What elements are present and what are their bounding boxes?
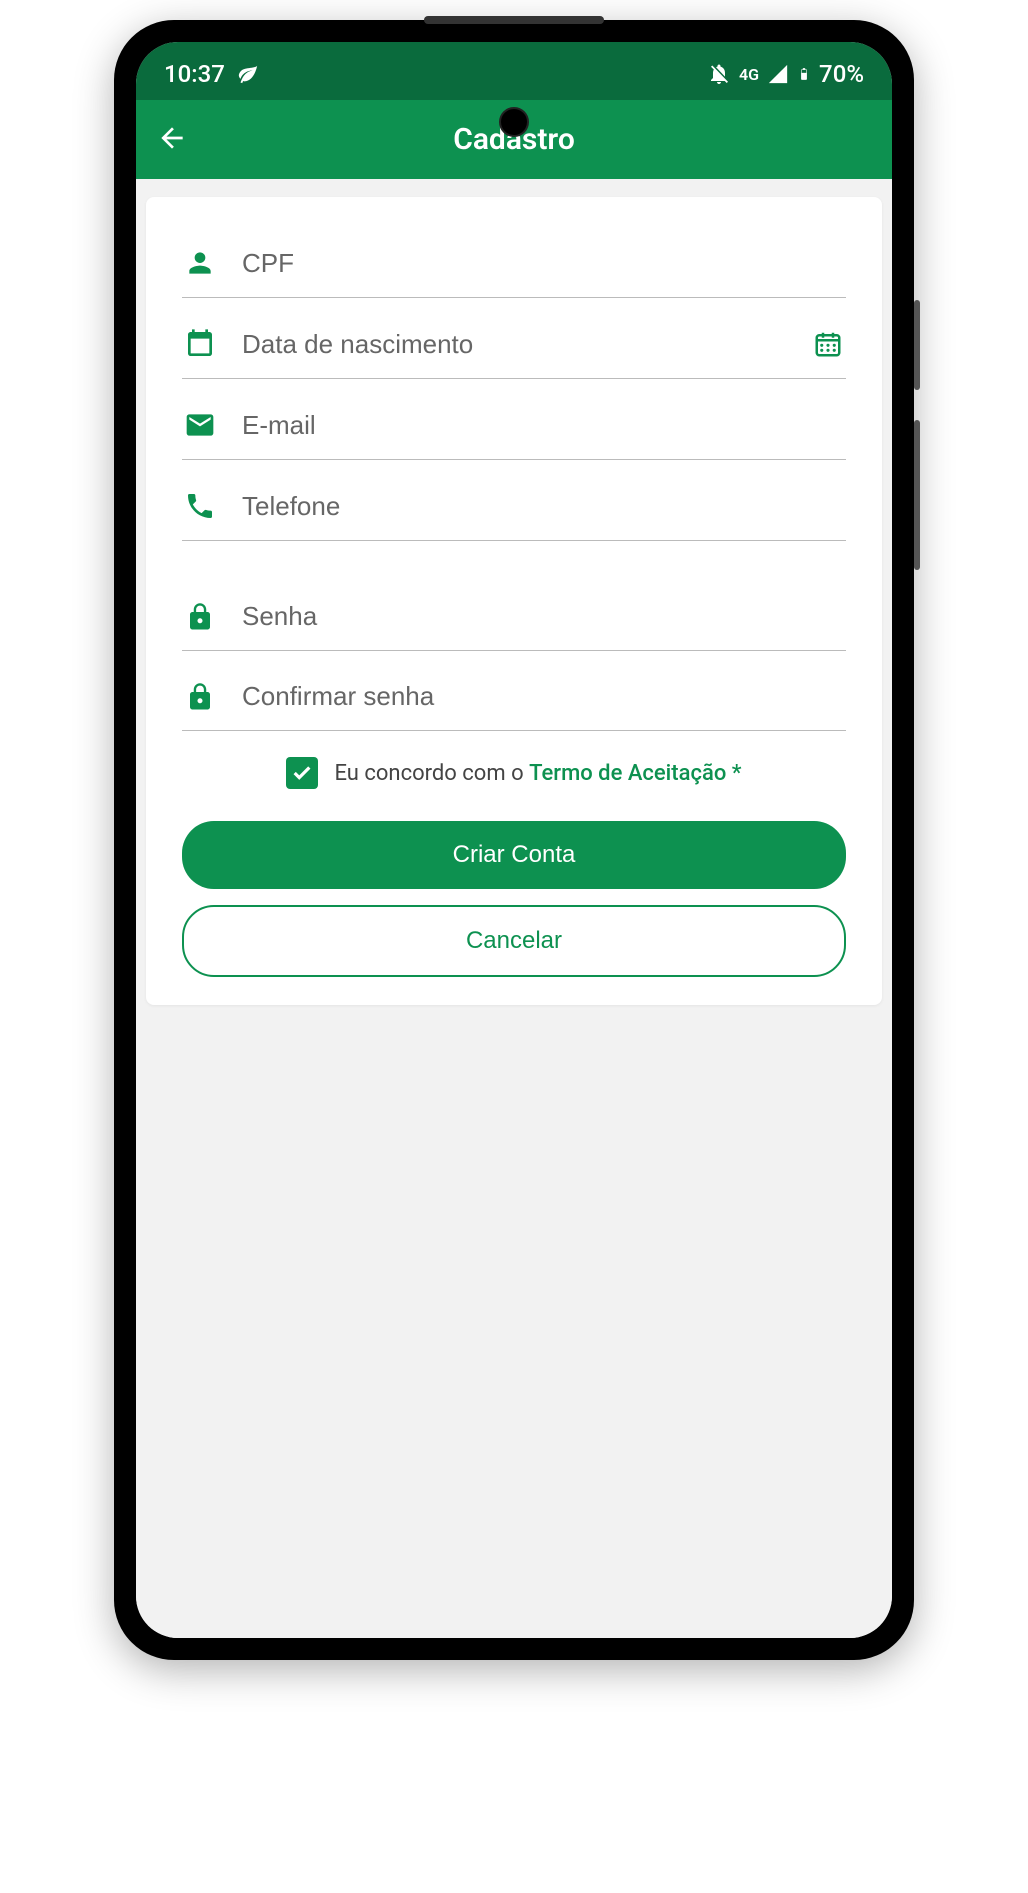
camera-hole — [499, 107, 529, 137]
signal-icon — [767, 63, 789, 85]
date-picker-button[interactable] — [810, 329, 846, 359]
confirm-password-input[interactable] — [242, 681, 846, 712]
status-left: 10:37 — [164, 60, 259, 88]
battery-icon — [797, 62, 811, 86]
password-field-row — [182, 571, 846, 651]
password-input[interactable] — [242, 601, 846, 632]
network-label: 4G — [739, 65, 759, 84]
terms-prefix: Eu concordo com o — [334, 761, 529, 786]
volume-down-button — [914, 420, 920, 570]
email-field-row — [182, 379, 846, 460]
terms-text: Eu concordo com o Termo de Aceitação * — [334, 761, 741, 786]
phone-input[interactable] — [242, 491, 846, 522]
content: Eu concordo com o Termo de Aceitação * C… — [136, 179, 892, 1638]
create-account-button[interactable]: Criar Conta — [182, 821, 846, 889]
lock-icon — [182, 682, 218, 712]
cpf-input[interactable] — [242, 248, 846, 279]
calendar-icon — [182, 328, 218, 360]
battery-label: 70% — [819, 60, 864, 88]
terms-checkbox[interactable] — [286, 757, 318, 789]
cpf-field-row — [182, 217, 846, 298]
phone-icon — [182, 490, 218, 522]
email-input[interactable] — [242, 410, 846, 441]
form-card: Eu concordo com o Termo de Aceitação * C… — [146, 197, 882, 1005]
person-icon — [182, 247, 218, 279]
screen: 10:37 4G 70% — [136, 42, 892, 1638]
confirm-password-field-row — [182, 651, 846, 731]
email-icon — [182, 409, 218, 441]
section-gap — [182, 541, 846, 571]
cancel-button[interactable]: Cancelar — [182, 905, 846, 977]
phone-field-row — [182, 460, 846, 541]
status-right: 4G 70% — [707, 60, 864, 88]
birthdate-field-row — [182, 298, 846, 379]
terms-row: Eu concordo com o Termo de Aceitação * — [182, 731, 846, 811]
back-button[interactable] — [156, 122, 188, 158]
terms-link[interactable]: Termo de Aceitação * — [529, 761, 741, 786]
lock-icon — [182, 602, 218, 632]
status-time: 10:37 — [164, 60, 225, 88]
phone-frame: 10:37 4G 70% — [114, 20, 914, 1660]
mute-icon — [707, 62, 731, 86]
birthdate-input[interactable] — [242, 329, 786, 360]
volume-up-button — [914, 300, 920, 390]
leaf-icon — [237, 63, 259, 85]
status-bar: 10:37 4G 70% — [136, 42, 892, 100]
